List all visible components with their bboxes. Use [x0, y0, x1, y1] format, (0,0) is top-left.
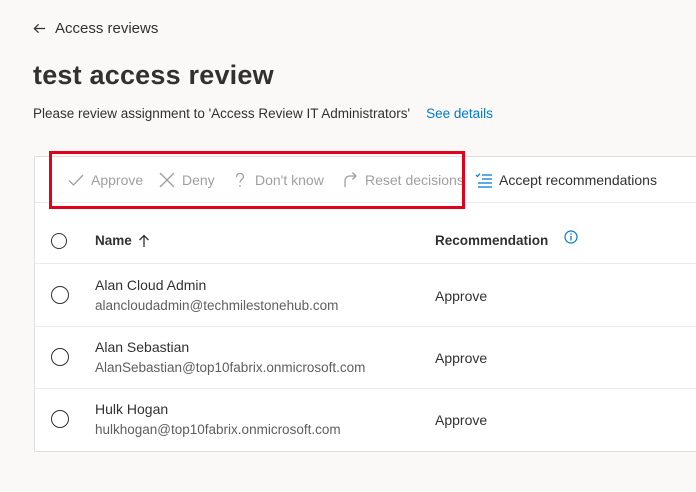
sort-ascending-icon	[138, 234, 149, 247]
user-name: Alan Cloud Admin	[95, 277, 207, 293]
subtitle-text: Please review assignment to 'Access Revi…	[33, 106, 411, 121]
review-card: Approve Deny Don't know Reset decisions	[34, 156, 696, 452]
redo-icon	[344, 172, 357, 187]
deny-button[interactable]: Deny	[158, 169, 215, 191]
table-row[interactable]: Alan Sebastian AlanSebastian@top10fabrix…	[35, 326, 696, 389]
arrow-left-icon	[33, 23, 46, 34]
question-mark-icon	[235, 172, 245, 187]
row-select-radio[interactable]	[51, 286, 69, 304]
back-link[interactable]: Access reviews	[32, 20, 158, 37]
close-icon	[159, 172, 175, 188]
approve-label: Approve	[91, 172, 144, 188]
page-title: test access review	[33, 60, 274, 90]
user-name: Alan Sebastian	[95, 339, 190, 355]
user-email: alancloudadmin@techmilestonehub.com	[95, 298, 339, 313]
recommendation-value: Approve	[435, 412, 488, 428]
reset-decisions-label: Reset decisions	[365, 172, 464, 188]
checklist-icon	[475, 173, 492, 188]
user-email: AlanSebastian@top10fabrix.onmicrosoft.co…	[95, 360, 366, 375]
info-icon[interactable]	[564, 230, 578, 244]
accept-recommendations-button[interactable]: Accept recommendations	[475, 169, 657, 191]
approve-button[interactable]: Approve	[67, 169, 143, 191]
see-details-link[interactable]: See details	[426, 106, 493, 121]
user-name: Hulk Hogan	[95, 401, 169, 417]
table-row[interactable]: Alan Cloud Admin alancloudadmin@techmile…	[35, 264, 696, 327]
user-email: hulkhogan@top10fabrix.onmicrosoft.com	[95, 422, 341, 437]
column-header-recommendation: Recommendation	[435, 233, 549, 248]
row-select-radio[interactable]	[51, 410, 69, 428]
table-header: Name Recommendation	[35, 203, 696, 264]
back-link-label: Access reviews	[55, 20, 159, 37]
checkmark-icon	[68, 174, 84, 186]
dont-know-button[interactable]: Don't know	[231, 169, 324, 191]
select-all-radio[interactable]	[51, 233, 67, 249]
column-name-label: Name	[95, 233, 132, 248]
recommendation-value: Approve	[435, 288, 488, 304]
page-subtitle: Please review assignment to 'Access Revi…	[33, 106, 493, 121]
toolbar: Approve Deny Don't know Reset decisions	[35, 157, 696, 203]
deny-label: Deny	[182, 172, 215, 188]
accept-recommendations-label: Accept recommendations	[499, 172, 657, 188]
row-select-radio[interactable]	[51, 348, 69, 366]
dont-know-label: Don't know	[255, 172, 324, 188]
recommendation-value: Approve	[435, 350, 488, 366]
reset-decisions-button[interactable]: Reset decisions	[341, 169, 464, 191]
column-header-name[interactable]: Name	[95, 233, 150, 248]
table-row[interactable]: Hulk Hogan hulkhogan@top10fabrix.onmicro…	[35, 388, 696, 450]
